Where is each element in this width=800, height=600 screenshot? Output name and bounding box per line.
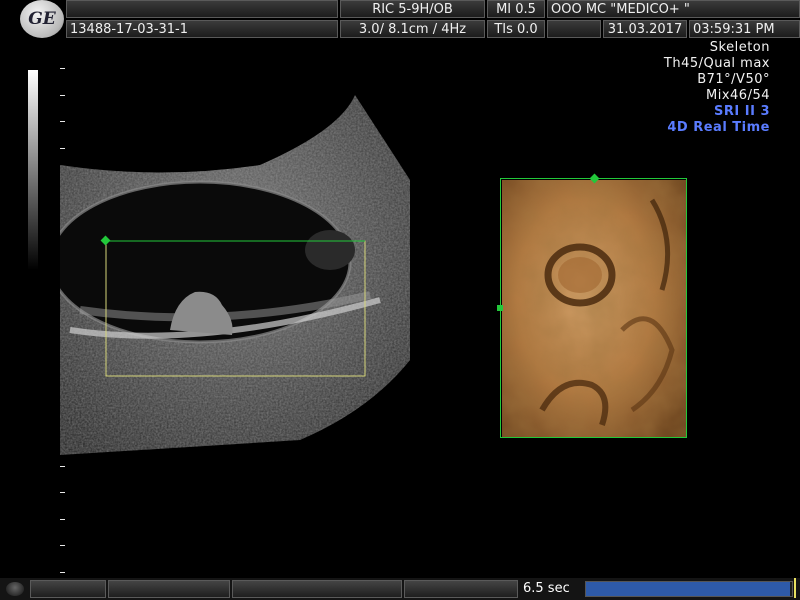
progress-end-marker [794, 578, 796, 598]
bottom-segment-3 [232, 580, 402, 598]
trackball-icon [6, 582, 24, 596]
cine-progress-fill [586, 582, 790, 596]
cine-progress-bar[interactable] [585, 581, 793, 597]
acquisition-time: 6.5 sec [523, 581, 570, 596]
render-3d-frame[interactable] [500, 178, 687, 438]
render-side-handle[interactable] [497, 305, 503, 311]
bottom-segment-2 [108, 580, 230, 598]
bottom-segment-4 [404, 580, 518, 598]
bottom-segment-1 [30, 580, 106, 598]
